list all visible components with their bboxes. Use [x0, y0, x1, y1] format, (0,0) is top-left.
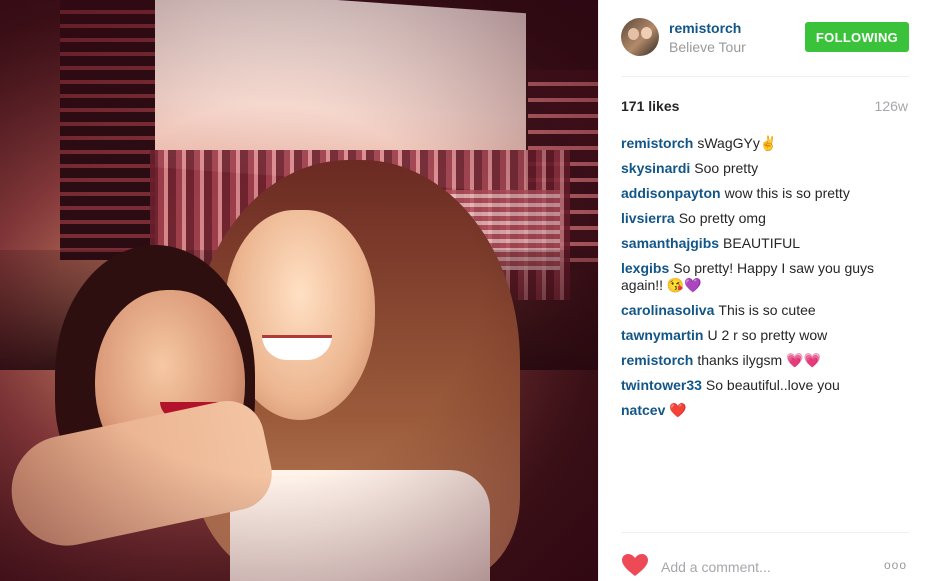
comment-text: BEAUTIFUL [723, 235, 801, 251]
comment-item: natcev ❤️ [621, 402, 911, 419]
comment-username[interactable]: remistorch [621, 352, 693, 368]
comment-item: samanthajgibs BEAUTIFUL [621, 235, 911, 252]
ellipsis-icon[interactable]: ooo [884, 558, 907, 572]
comment-item: skysinardi Soo pretty [621, 160, 911, 177]
comment-item: remistorch thanks ilygsm 💗💗 [621, 352, 911, 369]
post-location[interactable]: Believe Tour [669, 39, 746, 55]
comments-list: remistorch sWagGYy✌ skysinardi Soo pretty ad… [621, 135, 911, 427]
comment-item: lexgibs So pretty! Happy I saw you guys a… [621, 260, 911, 294]
post-photo[interactable] [0, 0, 598, 581]
heart-icon[interactable] [621, 553, 649, 577]
likes-count[interactable]: 171 likes [621, 98, 679, 114]
post-container: remistorch Believe Tour FOLLOWING 171 li… [0, 0, 932, 581]
comment-username[interactable]: natcev [621, 402, 665, 418]
comment-text: This is so cutee [718, 302, 816, 318]
post-author-username[interactable]: remistorch [669, 20, 741, 36]
divider [621, 76, 909, 77]
post-details-panel: remistorch Believe Tour FOLLOWING 171 li… [598, 0, 932, 581]
comment-input[interactable] [659, 556, 863, 578]
comment-username[interactable]: remistorch [621, 135, 693, 151]
comment-item: addisonpayton wow this is so pretty [621, 185, 911, 202]
comment-username[interactable]: samanthajgibs [621, 235, 719, 251]
divider [621, 532, 909, 533]
avatar[interactable] [621, 18, 659, 56]
comment-text: thanks ilygsm 💗💗 [697, 352, 821, 368]
comment-text: So beautiful..love you [705, 377, 840, 393]
comment-username[interactable]: twintower33 [621, 377, 702, 393]
comment-username[interactable]: addisonpayton [621, 185, 721, 201]
comment-item: remistorch sWagGYy✌ [621, 135, 911, 152]
comment-username[interactable]: livsierra [621, 210, 675, 226]
comment-text: Soo pretty [694, 160, 759, 176]
comment-username[interactable]: skysinardi [621, 160, 690, 176]
comment-item: livsierra So pretty omg [621, 210, 911, 227]
post-header: remistorch Believe Tour FOLLOWING [599, 0, 932, 80]
comment-item: twintower33 So beautiful..love you [621, 377, 911, 394]
comment-text: ❤️ [669, 402, 687, 418]
comment-username[interactable]: carolinasoliva [621, 302, 714, 318]
comment-text: sWagGYy✌ [697, 135, 778, 151]
comment-username[interactable]: tawnymartin [621, 327, 703, 343]
post-age[interactable]: 126w [875, 98, 908, 114]
following-button[interactable]: FOLLOWING [805, 22, 909, 52]
comment-item: carolinasoliva This is so cutee [621, 302, 911, 319]
comment-item: tawnymartin U 2 r so pretty wow [621, 327, 911, 344]
comment-text: So pretty omg [678, 210, 766, 226]
comment-text: U 2 r so pretty wow [707, 327, 828, 343]
comment-username[interactable]: lexgibs [621, 260, 669, 276]
comment-text: wow this is so pretty [724, 185, 850, 201]
